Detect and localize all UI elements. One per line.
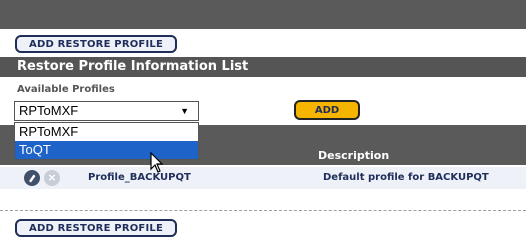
add-restore-profile-button-bottom[interactable]: ADD RESTORE PROFILE bbox=[15, 219, 177, 237]
available-profiles-select[interactable]: RPToMXF ▼ bbox=[14, 101, 199, 121]
dropdown-option-highlighted[interactable]: ToQT bbox=[15, 141, 198, 159]
add-button[interactable]: ADD bbox=[294, 100, 360, 120]
top-header-bar bbox=[0, 0, 526, 29]
chevron-down-icon: ▼ bbox=[180, 106, 189, 116]
dropdown-option[interactable]: RPToMXF bbox=[15, 123, 198, 141]
row-name[interactable]: Profile_BACKUPQT bbox=[88, 167, 191, 189]
available-profiles-label: Available Profiles bbox=[17, 84, 115, 95]
row-description: Default profile for BACKUPQT bbox=[323, 172, 489, 183]
col-description: Description bbox=[318, 149, 390, 162]
edit-icon[interactable] bbox=[24, 170, 40, 186]
profiles-dropdown-list[interactable]: RPToMXF ToQT bbox=[14, 122, 199, 160]
divider bbox=[0, 210, 526, 211]
mouse-cursor-icon bbox=[150, 151, 166, 178]
select-value: RPToMXF bbox=[19, 103, 79, 118]
add-restore-profile-button[interactable]: ADD RESTORE PROFILE bbox=[15, 35, 177, 53]
close-icon[interactable]: × bbox=[44, 170, 60, 186]
section-title: Restore Profile Information List bbox=[0, 57, 526, 77]
table-row: × Profile_BACKUPQT Default profile for B… bbox=[0, 167, 526, 189]
